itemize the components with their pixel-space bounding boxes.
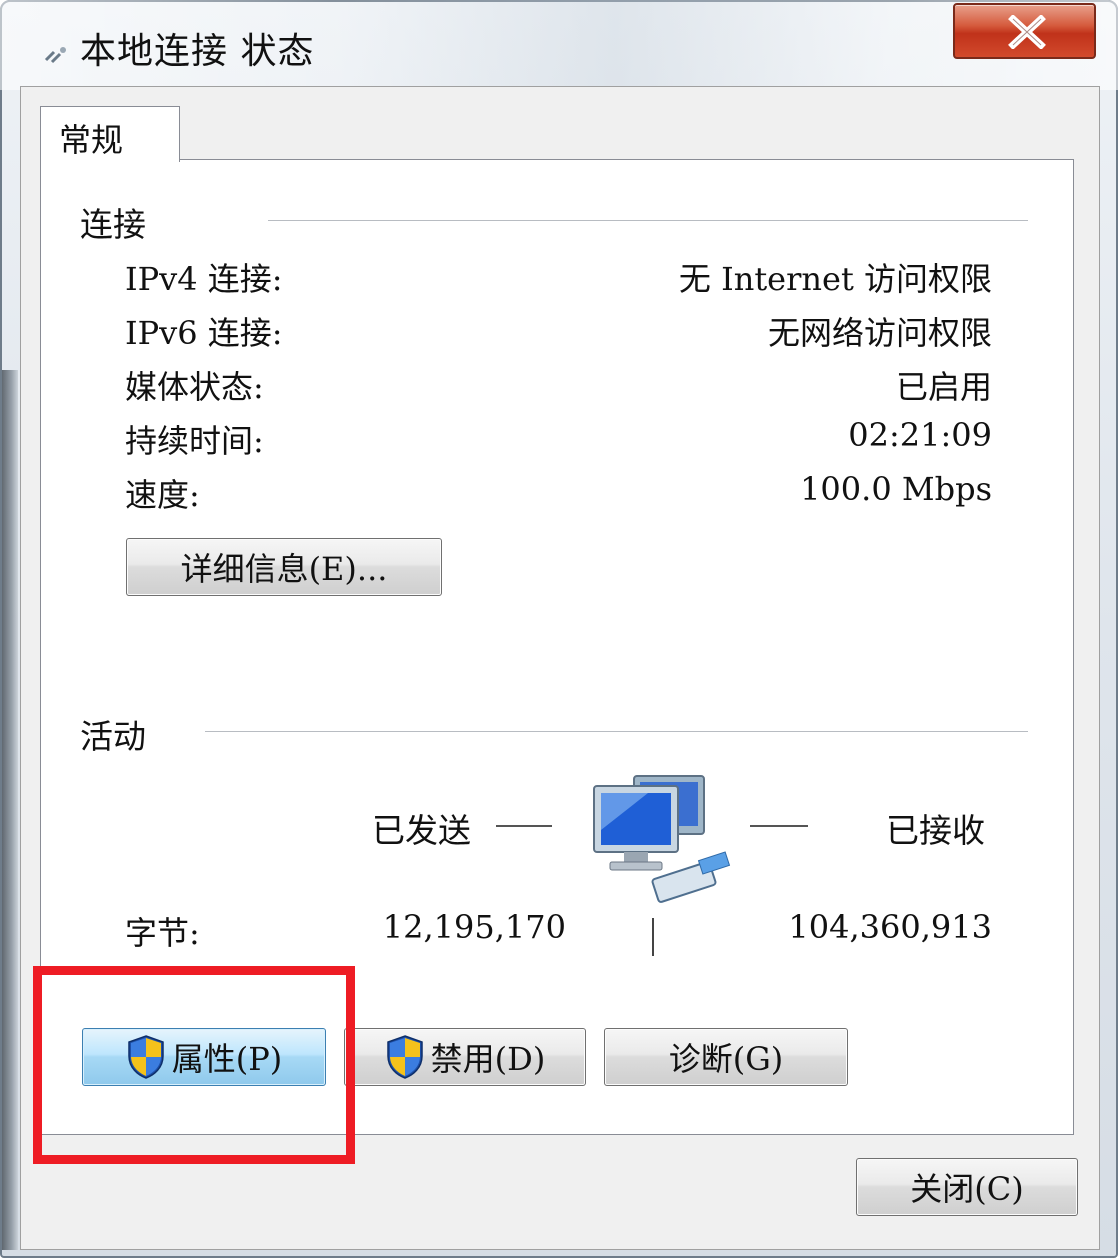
disable-button[interactable]: 禁用(D) [344, 1028, 586, 1086]
received-label: 已接收 [886, 811, 985, 850]
connection-group-label: 连接 [80, 205, 146, 244]
duration-value: 02:21:09 [848, 416, 992, 454]
diagnose-button[interactable]: 诊断(G) [604, 1028, 848, 1086]
network-computers-icon [593, 775, 731, 903]
sent-dash [496, 825, 552, 827]
network-connection-icon [44, 47, 66, 64]
activity-group-divider [205, 731, 1028, 732]
close-window-button[interactable] [953, 3, 1096, 59]
media-state-value: 已启用 [895, 368, 992, 406]
bytes-received-value: 104,360,913 [788, 908, 992, 946]
received-dash [750, 825, 808, 827]
sent-label: 已发送 [372, 811, 471, 850]
close-button-label: 关闭(C) [910, 1170, 1024, 1208]
details-button[interactable]: 详细信息(E)... [126, 538, 442, 596]
uac-shield-icon [127, 1035, 164, 1079]
close-x-icon [1008, 15, 1046, 49]
bytes-divider [652, 918, 654, 956]
details-button-label: 详细信息(E)... [180, 550, 388, 588]
properties-button-label: 属性(P) [171, 1040, 283, 1078]
uac-shield-icon [386, 1035, 423, 1079]
window-title: 本地连接 状态 [80, 31, 315, 72]
ipv4-label: IPv4 连接: [125, 260, 283, 298]
activity-group-label: 活动 [80, 717, 146, 756]
tab-general[interactable]: 常规 [40, 106, 180, 162]
disable-button-label: 禁用(D) [430, 1040, 546, 1078]
bytes-sent-value: 12,195,170 [382, 908, 566, 946]
ipv6-label: IPv6 连接: [125, 314, 283, 352]
duration-label: 持续时间: [125, 422, 264, 460]
properties-button[interactable]: 属性(P) [82, 1028, 326, 1086]
tab-general-label: 常规 [59, 121, 124, 159]
connection-group-divider [268, 220, 1028, 221]
speed-label: 速度: [125, 476, 200, 514]
ipv6-value: 无网络访问权限 [767, 314, 992, 352]
tab-panel [40, 159, 1074, 1135]
diagnose-button-label: 诊断(G) [668, 1040, 784, 1078]
media-state-label: 媒体状态: [125, 368, 264, 406]
bytes-label: 字节: [125, 914, 200, 952]
background-window-edge [2, 370, 18, 1250]
close-button[interactable]: 关闭(C) [856, 1158, 1078, 1216]
ipv4-value: 无 Internet 访问权限 [678, 260, 992, 298]
speed-value: 100.0 Mbps [800, 470, 992, 508]
